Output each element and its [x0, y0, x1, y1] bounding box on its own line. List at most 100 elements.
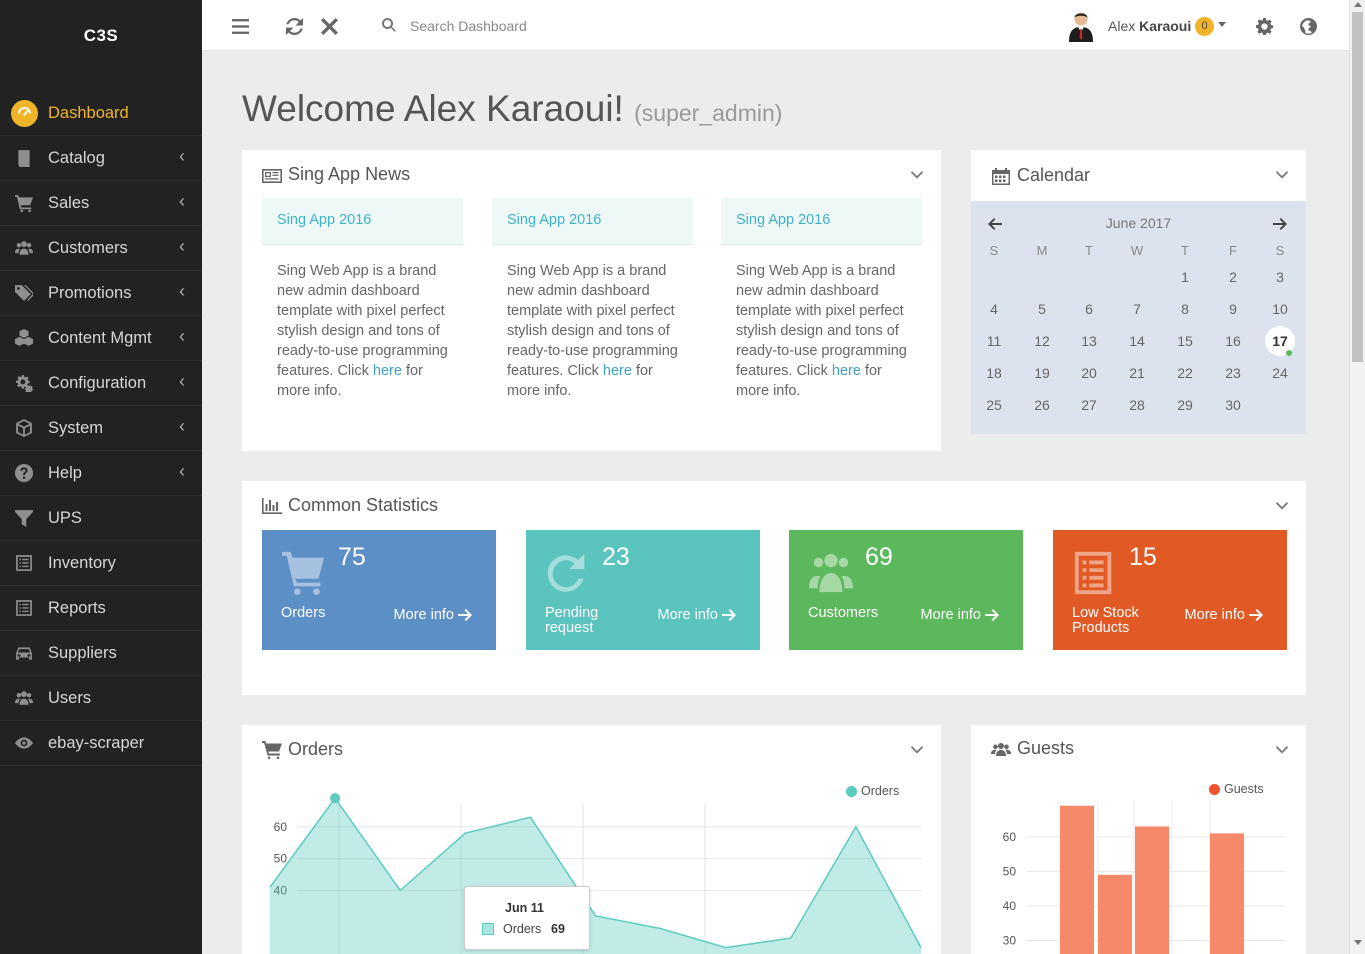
stats-collapse-toggle[interactable] — [1276, 498, 1288, 510]
sidebar-item-configuration[interactable]: Configuration ‹ — [0, 361, 202, 406]
calendar-day[interactable]: 28 — [1122, 392, 1152, 418]
news-item-title[interactable]: Sing App 2016 — [262, 198, 463, 245]
settings-button[interactable] — [1254, 16, 1274, 36]
app-logo[interactable]: C3S — [0, 0, 202, 72]
news-item-text: Sing Web App is a brand new admin dashbo… — [736, 263, 907, 379]
refresh-icon — [285, 17, 303, 35]
user-name[interactable]: Alex Karaoui — [1108, 18, 1191, 34]
calendar-icon — [992, 167, 1010, 185]
calendar-day[interactable]: 26 — [1027, 392, 1057, 418]
calendar-day[interactable]: 16 — [1218, 328, 1248, 354]
calendar-day[interactable]: 4 — [979, 296, 1009, 322]
calendar-day[interactable]: 30 — [1218, 392, 1248, 418]
refresh-button[interactable] — [284, 16, 304, 36]
calendar-next-button[interactable] — [1273, 217, 1287, 230]
news-item-body: Sing Web App is a brand new admin dashbo… — [492, 245, 693, 401]
news-item-link[interactable]: here — [603, 363, 632, 379]
news-item-link[interactable]: here — [832, 363, 861, 379]
sidebar-item-system[interactable]: System ‹ — [0, 406, 202, 451]
sidebar-item-dashboard[interactable]: Dashboard — [0, 91, 202, 136]
orders-data-point — [330, 793, 341, 804]
tooltip-swatch — [482, 923, 494, 935]
sidebar-item-sales[interactable]: Sales ‹ — [0, 181, 202, 226]
calendar-collapse-toggle[interactable] — [1276, 167, 1288, 179]
calendar-day[interactable]: 5 — [1027, 296, 1057, 322]
sidebar-item-suppliers[interactable]: Suppliers — [0, 631, 202, 676]
orders-legend[interactable]: Orders — [846, 784, 899, 798]
scrollbar-thumb[interactable] — [1352, 12, 1363, 362]
news-title-text: Sing App News — [288, 164, 411, 184]
calendar-day[interactable]: 21 — [1122, 360, 1152, 386]
calendar-day[interactable]: 23 — [1218, 360, 1248, 386]
more-info-link[interactable]: More info — [658, 607, 736, 623]
stats-title-text: Common Statistics — [288, 495, 439, 515]
chevron-down-icon — [1276, 171, 1288, 179]
menu-toggle-button[interactable] — [230, 16, 250, 36]
globe-icon — [1299, 17, 1317, 35]
calendar-day[interactable]: 27 — [1074, 392, 1104, 418]
calendar-day[interactable]: 22 — [1170, 360, 1200, 386]
calendar-day[interactable]: 13 — [1074, 328, 1104, 354]
calendar-day[interactable]: 8 — [1170, 296, 1200, 322]
scroll-up-arrow-icon[interactable] — [1354, 2, 1362, 7]
calendar-grid: June 2017 S M T W T F S 1 2 3 4 5 6 7 8 9 10 11 12 13 14 15 16… — [971, 201, 1306, 434]
tooltip-date: Jun 11 — [505, 901, 544, 915]
orders-chart: 405060 — [269, 793, 922, 954]
sidebar-item-ups[interactable]: UPS — [0, 496, 202, 541]
sidebar-item-label: Customers — [48, 238, 128, 257]
sidebar-item-ebay-scraper[interactable]: ebay-scraper — [0, 721, 202, 766]
stat-value: 69 — [865, 543, 893, 571]
sidebar-item-catalog[interactable]: Catalog ‹ — [0, 136, 202, 181]
bar-chart-icon — [262, 497, 282, 514]
calendar-day[interactable]: 12 — [1027, 328, 1057, 354]
calendar-day[interactable]: 18 — [979, 360, 1009, 386]
scroll-down-arrow-icon[interactable] — [1354, 940, 1362, 945]
sidebar-item-promotions[interactable]: Promotions ‹ — [0, 271, 202, 316]
calendar-panel-title: Calendar — [991, 165, 1090, 186]
caret-down-icon[interactable] — [1218, 22, 1226, 27]
calendar-day[interactable]: 20 — [1074, 360, 1104, 386]
calendar-day[interactable]: 6 — [1074, 296, 1104, 322]
news-item-title[interactable]: Sing App 2016 — [721, 198, 922, 245]
calendar-day[interactable]: 9 — [1218, 296, 1248, 322]
sidebar-item-label: Reports — [48, 598, 106, 617]
language-button[interactable] — [1298, 16, 1318, 36]
sidebar-item-customers[interactable]: Customers ‹ — [0, 226, 202, 271]
news-item: Sing App 2016 Sing Web App is a brand new… — [492, 198, 693, 401]
sidebar-item-inventory[interactable]: Inventory — [0, 541, 202, 586]
calendar-day[interactable]: 1 — [1170, 264, 1200, 290]
calendar-day[interactable]: 14 — [1122, 328, 1152, 354]
calendar-day[interactable]: 7 — [1122, 296, 1152, 322]
close-button[interactable] — [319, 16, 339, 36]
calendar-day[interactable]: 15 — [1170, 328, 1200, 354]
calendar-day[interactable]: 24 — [1265, 360, 1295, 386]
calendar-day[interactable]: 11 — [979, 328, 1009, 354]
more-info-link[interactable]: More info — [1185, 607, 1263, 623]
page-scrollbar[interactable] — [1349, 0, 1365, 954]
calendar-panel: Calendar June 2017 S M T W T F S 1 2 3 4 5 6 7 8 9 10 11 1… — [971, 150, 1306, 434]
sidebar-item-content-mgmt[interactable]: Content Mgmt ‹ — [0, 316, 202, 361]
more-info-link[interactable]: More info — [394, 607, 472, 623]
arrow-circle-right-icon — [458, 609, 472, 621]
notification-badge[interactable]: 0 — [1195, 17, 1214, 36]
cart-icon — [0, 194, 48, 212]
calendar-day[interactable]: 29 — [1170, 392, 1200, 418]
calendar-day[interactable]: 3 — [1265, 264, 1295, 290]
sidebar-item-users[interactable]: Users — [0, 676, 202, 721]
calendar-day[interactable]: 25 — [979, 392, 1009, 418]
calendar-day[interactable]: 19 — [1027, 360, 1057, 386]
avatar[interactable] — [1068, 10, 1094, 42]
stat-label: Orders — [281, 605, 326, 621]
news-collapse-toggle[interactable] — [911, 167, 923, 179]
sidebar-item-reports[interactable]: Reports — [0, 586, 202, 631]
more-info-link[interactable]: More info — [921, 607, 999, 623]
sidebar-item-help[interactable]: Help ‹ — [0, 451, 202, 496]
search-input[interactable] — [410, 13, 730, 39]
calendar-day[interactable]: 10 — [1265, 296, 1295, 322]
user-role: (super_admin) — [634, 100, 783, 126]
guests-legend[interactable]: Guests — [1209, 782, 1264, 796]
stat-box-orders: 75 Orders More info — [262, 530, 496, 650]
news-item-link[interactable]: here — [373, 363, 402, 379]
calendar-day[interactable]: 2 — [1218, 264, 1248, 290]
news-item-title[interactable]: Sing App 2016 — [492, 198, 693, 245]
